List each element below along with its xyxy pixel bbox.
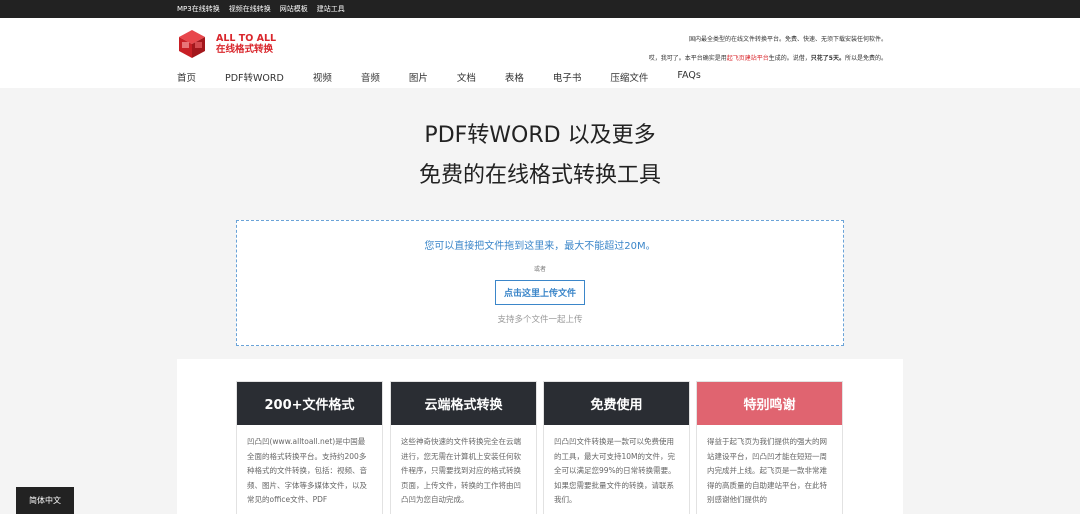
hero-subtitle: 免费的在线格式转换工具 [418,163,661,188]
features-section: 200+文件格式 凹凸凹(www.alltoall.net)是中国最全面的格式转… [177,359,903,514]
feature-card-cloud: 云端格式转换 这些神奇快速的文件转换完全在云端进行，您无需在计算机上安装任何软件… [390,381,537,514]
feature-body: 凹凸凹(www.alltoall.net)是中国最全面的格式转换平台。支持约20… [247,437,367,504]
site-header: ALL TO ALL 在线格式转换 国内最全类型的在线文件转换平台。免费、快速、… [0,18,1080,88]
notice-line2: 哎，我可了。本平台确实是用起飞页建站平台生成的。说借，只花了5天。所以是免费的。 [649,49,887,68]
feature-title: 免费使用 [544,382,689,425]
notice-text: 哎，我可了。本平台确实是用 [648,55,727,62]
notice-text: 生成的。说借， [768,55,811,62]
feature-title: 云端格式转换 [391,382,536,425]
topbar-link-templates[interactable]: 网站模板 [280,4,308,14]
upload-button[interactable]: 点击这里上传文件 [494,280,585,305]
notice-highlight-link[interactable]: 起飞页建站平台 [727,55,769,62]
nav-home[interactable]: 首页 [177,70,196,84]
nav-ebook[interactable]: 电子书 [553,70,582,84]
nav-faqs[interactable]: FAQs [677,70,700,84]
dropzone-multi-note: 支持多个文件一起上传 [497,315,583,325]
main-nav: 首页 PDF转WORD 视频 音频 图片 文档 表格 电子书 压缩文件 FAQs [177,70,730,84]
nav-pdf-to-word[interactable]: PDF转WORD [225,70,284,84]
feature-card-formats: 200+文件格式 凹凸凹(www.alltoall.net)是中国最全面的格式转… [236,381,383,514]
feature-card-free: 免费使用 凹凸凹文件转换是一款可以免费使用的工具，最大可支持10M的文件，完全可… [543,381,690,514]
notice-text: 所以是免费的。 [844,55,887,62]
nav-image[interactable]: 图片 [409,70,428,84]
hero-title: PDF转WORD 以及更多 [424,123,656,148]
logo-line2: 在线格式转换 [216,44,274,55]
notice-line1: 国内最全类型的在线文件转换平台。免费、快速、无须下载安装任何软件。 [688,36,887,43]
nav-audio[interactable]: 音频 [361,70,380,84]
feature-title: 200+文件格式 [237,382,382,425]
logo-cube-icon [179,30,205,58]
nav-archive[interactable]: 压缩文件 [610,70,648,84]
dropzone-instruction: 您可以直接把文件拖到这里来，最大不能超过20M。 [424,241,656,252]
file-dropzone[interactable]: 您可以直接把文件拖到这里来，最大不能超过20M。 或者 点击这里上传文件 支持多… [236,220,844,346]
feature-card-thanks: 特别鸣谢 得益于起飞页为我们提供的强大的网站建设平台，凹凸凹才能在短短一周内完成… [696,381,843,514]
notice-bold: 只花了5天。 [810,55,845,62]
language-switch-button[interactable]: 简体中文 [16,487,74,514]
nav-spreadsheet[interactable]: 表格 [505,70,524,84]
feature-body: 得益于起飞页为我们提供的强大的网站建设平台，凹凸凹才能在短短一周内完成并上线。起… [707,437,827,504]
nav-video[interactable]: 视频 [313,70,332,84]
topbar-link-mp3[interactable]: MP3在线转换 [177,4,220,14]
top-utility-bar: MP3在线转换 视频在线转换 网站模板 建站工具 [0,0,1080,18]
feature-body: 凹凸凹文件转换是一款可以免费使用的工具，最大可支持10M的文件，完全可以满足您9… [554,437,676,504]
feature-title: 特别鸣谢 [697,382,842,425]
dropzone-or: 或者 [533,266,546,273]
site-logo[interactable]: ALL TO ALL 在线格式转换 [176,28,276,60]
topbar-link-sitetools[interactable]: 建站工具 [317,4,345,14]
nav-document[interactable]: 文档 [457,70,476,84]
logo-line1: ALL TO ALL [216,33,277,44]
feature-body: 这些神奇快速的文件转换完全在云端进行，您无需在计算机上安装任何软件程序，只需要找… [401,437,521,504]
header-notice: 国内最全类型的在线文件转换平台。免费、快速、无须下载安装任何软件。 哎，我可了。… [649,30,887,68]
topbar-link-video[interactable]: 视频在线转换 [229,4,271,14]
